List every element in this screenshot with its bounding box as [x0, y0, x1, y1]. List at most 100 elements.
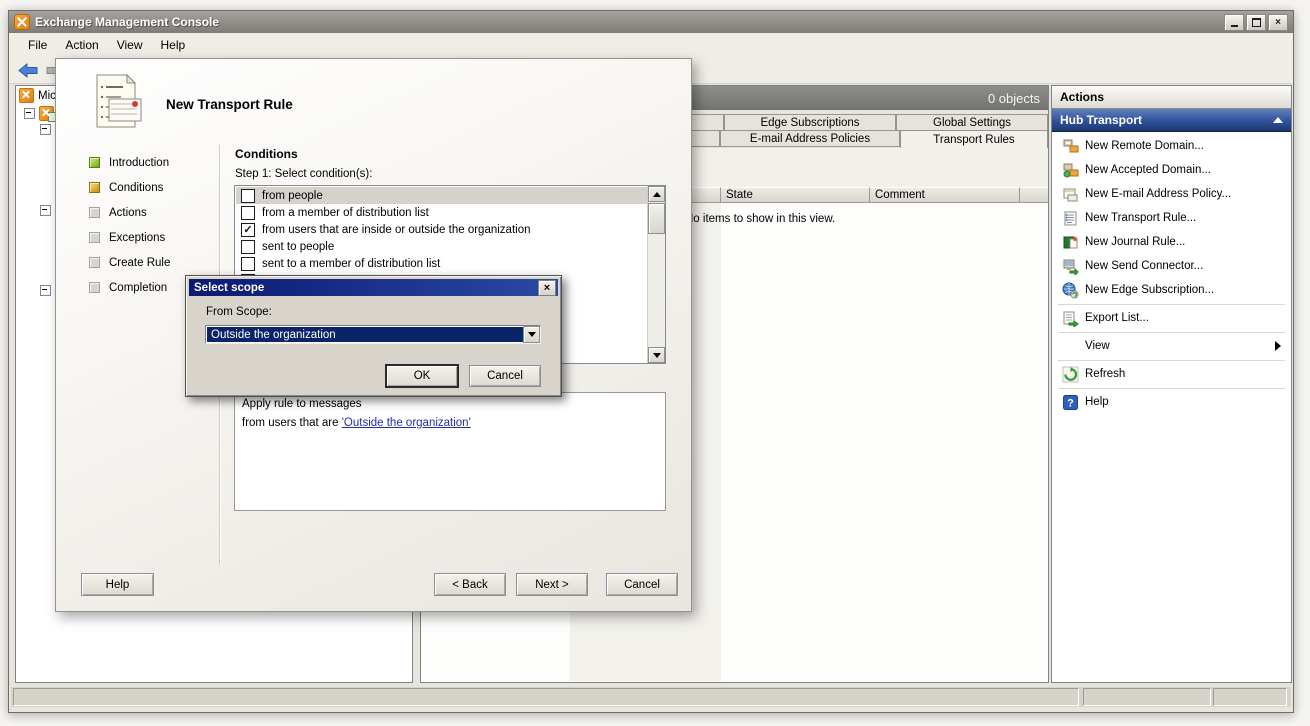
email-address-policy-icon: [1062, 186, 1079, 203]
action-new-journal-rule[interactable]: New Journal Rule...: [1052, 230, 1291, 254]
exchange-tree-icon: [19, 88, 34, 103]
hub-transport-label: Hub Transport: [1060, 113, 1142, 127]
screen: Exchange Management Console × File Actio…: [0, 0, 1310, 726]
wizard-next-button[interactable]: Next >: [516, 573, 588, 596]
empty-view-text: No items to show in this view.: [685, 213, 835, 225]
edge-subscription-icon: [1062, 282, 1079, 299]
tree-collapse-icon[interactable]: [40, 124, 51, 135]
combobox-dropdown-button[interactable]: [523, 326, 540, 343]
conditions-section-title: Conditions: [235, 147, 298, 161]
minimize-icon: [1231, 25, 1238, 27]
scrollbar-thumb[interactable]: [648, 203, 665, 234]
from-scope-combobox[interactable]: Outside the organization: [205, 325, 541, 344]
checkbox-unchecked[interactable]: [241, 240, 255, 254]
conditions-scrollbar[interactable]: [647, 186, 665, 363]
dialog-close-button[interactable]: ×: [538, 280, 556, 296]
step-status-icon: [89, 207, 100, 218]
dialog-title-bar[interactable]: Select scope ×: [189, 279, 558, 296]
tree-node-root[interactable]: Micr: [19, 88, 60, 103]
tab-email-address-policies[interactable]: E-mail Address Policies: [720, 130, 900, 147]
action-new-transport-rule[interactable]: New Transport Rule...: [1052, 206, 1291, 230]
column-header-comment[interactable]: Comment: [870, 187, 1020, 203]
menu-action[interactable]: Action: [56, 35, 107, 55]
journal-rule-icon: [1062, 234, 1079, 251]
restore-button[interactable]: [1246, 14, 1266, 31]
checkbox-unchecked[interactable]: [241, 257, 255, 271]
actions-pane: Actions Hub Transport New Remote Domain.…: [1051, 85, 1292, 683]
scroll-up-icon[interactable]: [648, 186, 665, 202]
action-refresh[interactable]: Refresh: [1052, 362, 1291, 386]
description-line1: Apply rule to messages: [242, 398, 658, 410]
action-new-email-address-policy[interactable]: New E-mail Address Policy...: [1052, 182, 1291, 206]
wizard-step-create-rule: Create Rule: [89, 256, 170, 269]
action-new-send-connector[interactable]: New Send Connector...: [1052, 254, 1291, 278]
tree-node-level2-b[interactable]: [40, 205, 51, 216]
minimize-button[interactable]: [1224, 14, 1244, 31]
scope-value-link[interactable]: 'Outside the organization': [342, 417, 471, 429]
wizard-back-button[interactable]: < Back: [434, 573, 506, 596]
accepted-domain-icon: [1062, 162, 1079, 179]
back-icon[interactable]: [17, 61, 39, 79]
help-icon: ?: [1062, 394, 1079, 411]
condition-row-sent-to-people[interactable]: sent to people: [236, 238, 647, 255]
checkbox-unchecked[interactable]: [241, 189, 255, 203]
checkbox-checked[interactable]: ✓: [241, 223, 255, 237]
tree-collapse-icon[interactable]: [24, 108, 35, 119]
condition-row-sent-to-member[interactable]: sent to a member of distribution list: [236, 255, 647, 272]
dialog-ok-button[interactable]: OK: [386, 365, 458, 387]
close-icon: ×: [1275, 17, 1281, 28]
wizard-step-actions: Actions: [89, 206, 147, 219]
exchange-logo-icon: [14, 14, 30, 30]
tab-edge-subscriptions[interactable]: Edge Subscriptions: [724, 114, 896, 131]
tab-global-settings[interactable]: Global Settings: [896, 114, 1048, 131]
condition-row-from-people[interactable]: from people: [236, 187, 647, 204]
status-segment-3: [1213, 688, 1287, 706]
actions-separator: [1058, 304, 1285, 305]
scroll-down-icon[interactable]: [648, 347, 665, 363]
title-bar[interactable]: Exchange Management Console ×: [9, 11, 1293, 33]
tree-node-level2-a[interactable]: [40, 124, 51, 135]
action-help[interactable]: ? Help: [1052, 390, 1291, 414]
chevron-down-icon: [528, 332, 536, 337]
action-new-remote-domain[interactable]: New Remote Domain...: [1052, 134, 1291, 158]
dialog-cancel-button[interactable]: Cancel: [469, 365, 541, 387]
action-new-edge-subscription[interactable]: New Edge Subscription...: [1052, 278, 1291, 302]
combobox-selected-value: Outside the organization: [207, 327, 523, 342]
collapse-chevron-icon[interactable]: [1273, 117, 1283, 123]
menu-bar: File Action View Help: [9, 33, 1293, 58]
condition-row-from-member[interactable]: from a member of distribution list: [236, 204, 647, 221]
tree-collapse-icon[interactable]: [40, 285, 51, 296]
tab-transport-rules[interactable]: Transport Rules: [900, 130, 1048, 149]
tree-node-level2-c[interactable]: [40, 285, 51, 296]
action-view[interactable]: View: [1052, 334, 1291, 358]
wizard-cancel-button[interactable]: Cancel: [606, 573, 678, 596]
description-prefix: from users that are: [242, 417, 342, 429]
status-bar: [11, 687, 1291, 707]
select-scope-dialog: Select scope × From Scope: Outside the o…: [185, 275, 562, 397]
hub-transport-group-header[interactable]: Hub Transport: [1052, 109, 1291, 132]
wizard-help-button[interactable]: Help: [81, 573, 154, 596]
status-segment-2: [1083, 688, 1211, 706]
actions-separator: [1058, 388, 1285, 389]
menu-file[interactable]: File: [19, 35, 56, 55]
remote-domain-icon: [1062, 138, 1079, 155]
wizard-step-exceptions: Exceptions: [89, 231, 165, 244]
tree-collapse-icon[interactable]: [40, 205, 51, 216]
close-icon: ×: [544, 282, 550, 294]
step-status-icon: [89, 257, 100, 268]
checkbox-unchecked[interactable]: [241, 206, 255, 220]
exchange-org-tree-icon: [39, 106, 54, 121]
step1-label: Step 1: Select condition(s):: [235, 168, 372, 180]
condition-row-from-users-scope[interactable]: ✓ from users that are inside or outside …: [236, 221, 647, 238]
from-scope-label: From Scope:: [206, 306, 272, 318]
column-header-empty: [1020, 187, 1048, 203]
column-header-state[interactable]: State: [721, 187, 870, 203]
action-new-accepted-domain[interactable]: New Accepted Domain...: [1052, 158, 1291, 182]
action-export-list[interactable]: Export List...: [1052, 306, 1291, 330]
menu-help[interactable]: Help: [152, 35, 195, 55]
tree-node-level1[interactable]: [24, 106, 54, 121]
actions-header: Actions: [1052, 86, 1291, 109]
menu-view[interactable]: View: [108, 35, 152, 55]
close-button[interactable]: ×: [1268, 14, 1288, 31]
refresh-icon: [1062, 366, 1079, 383]
